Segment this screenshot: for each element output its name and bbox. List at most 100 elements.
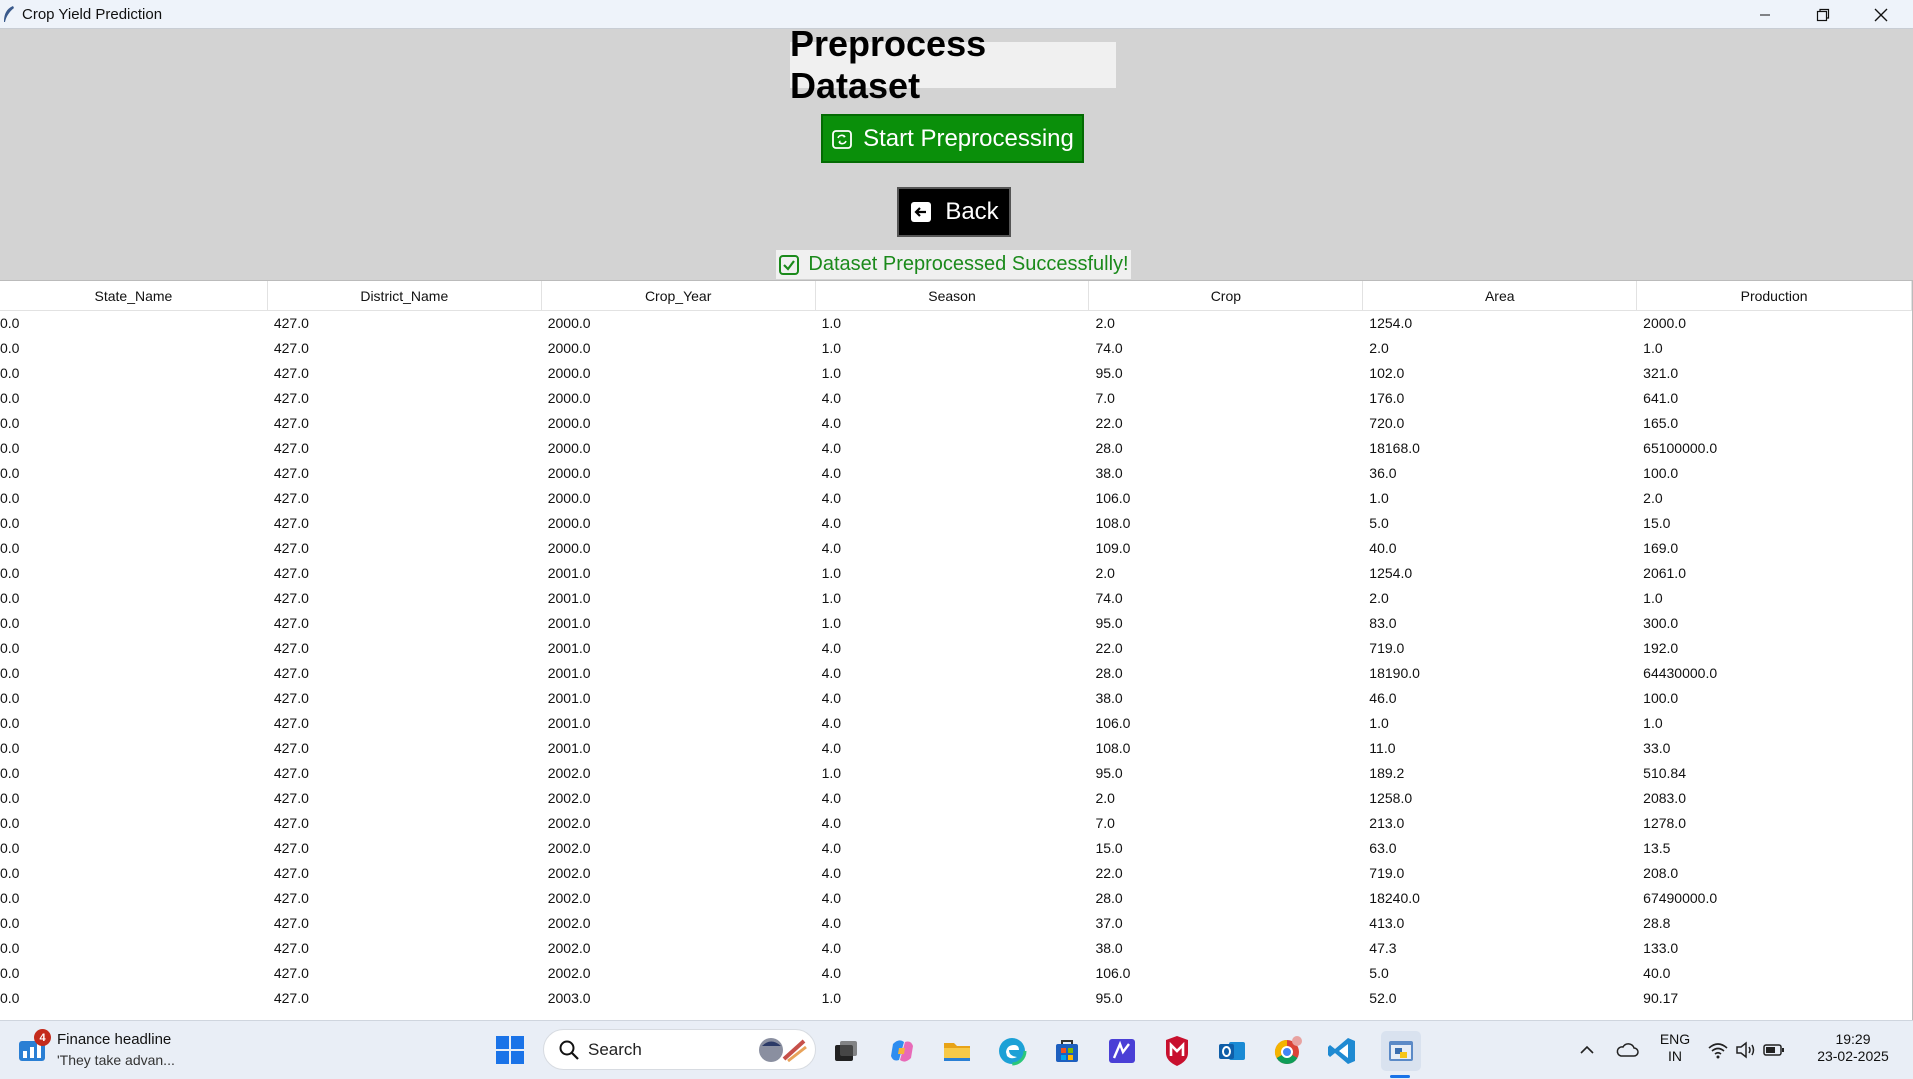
- table-cell: 28.0: [1095, 890, 1123, 906]
- pen-app-button[interactable]: [1104, 1033, 1140, 1069]
- table-row[interactable]: 0.0 427.0 2001.0 1.0 74.0 2.0 1.0: [0, 586, 1912, 611]
- table-cell: 4.0: [821, 890, 842, 906]
- outlook-button[interactable]: [1214, 1033, 1250, 1069]
- show-hidden-icons-button[interactable]: [1574, 1037, 1600, 1063]
- table-cell: 1.0: [821, 765, 842, 781]
- table-cell: 5.0: [1369, 515, 1389, 531]
- minimize-button[interactable]: [1736, 0, 1794, 29]
- language-indicator[interactable]: ENG IN: [1656, 1031, 1694, 1065]
- onedrive-button[interactable]: [1613, 1037, 1641, 1063]
- table-cell: 37.0: [1095, 915, 1123, 931]
- table-row[interactable]: 0.0 427.0 2001.0 4.0 38.0 46.0 100.0: [0, 686, 1912, 711]
- table-cell: 1.0: [1369, 490, 1389, 506]
- close-button[interactable]: [1852, 0, 1910, 29]
- table-row[interactable]: 0.0 427.0 2000.0 1.0 95.0 102.0 321.0: [0, 361, 1912, 386]
- table-cell: 4.0: [821, 965, 842, 981]
- column-header[interactable]: District_Name: [268, 281, 542, 310]
- table-cell: 0.0: [0, 765, 20, 781]
- copilot-button[interactable]: [884, 1033, 920, 1069]
- news-title[interactable]: Finance headline: [57, 1031, 171, 1048]
- dataset-table[interactable]: State_Name District_Name Crop_Year Seaso…: [0, 280, 1913, 1020]
- table-cell: 38.0: [1095, 465, 1123, 481]
- table-cell: 4.0: [821, 515, 842, 531]
- table-row[interactable]: 0.0 427.0 2003.0 1.0 95.0 52.0 90.17: [0, 986, 1912, 1011]
- task-view-button[interactable]: [828, 1033, 864, 1069]
- column-header[interactable]: Season: [816, 281, 1090, 310]
- table-row[interactable]: 0.0 427.0 2000.0 1.0 2.0 1254.0 2000.0: [0, 311, 1912, 336]
- table-row[interactable]: 0.0 427.0 2000.0 4.0 106.0 1.0 2.0: [0, 486, 1912, 511]
- vscode-icon: [1328, 1038, 1355, 1064]
- table-row[interactable]: 0.0 427.0 2001.0 4.0 108.0 11.0 33.0: [0, 736, 1912, 761]
- table-cell: 1.0: [821, 990, 842, 1006]
- table-row[interactable]: 0.0 427.0 2002.0 4.0 106.0 5.0 40.0: [0, 961, 1912, 986]
- table-row[interactable]: 0.0 427.0 2002.0 4.0 38.0 47.3 133.0: [0, 936, 1912, 961]
- table-cell: 213.0: [1369, 815, 1405, 831]
- table-cell: 64430000.0: [1643, 665, 1718, 681]
- start-preprocessing-button[interactable]: Start Preprocessing: [821, 114, 1084, 163]
- taskbar-search[interactable]: Search: [543, 1029, 816, 1070]
- table-cell: 1.0: [821, 340, 842, 356]
- table-row[interactable]: 0.0 427.0 2002.0 4.0 15.0 63.0 13.5: [0, 836, 1912, 861]
- table-row[interactable]: 0.0 427.0 2001.0 4.0 28.0 18190.0 64430000.0: [0, 661, 1912, 686]
- column-header[interactable]: Production: [1637, 281, 1912, 310]
- table-cell: 33.0: [1643, 740, 1671, 756]
- table-row[interactable]: 0.0 427.0 2001.0 1.0 2.0 1254.0 2061.0: [0, 561, 1912, 586]
- table-cell: 0.0: [0, 940, 20, 956]
- table-cell: 2002.0: [547, 940, 591, 956]
- back-button[interactable]: Back: [897, 187, 1011, 237]
- table-cell: 0.0: [0, 415, 20, 431]
- table-cell: 2000.0: [547, 515, 591, 531]
- table-cell: 109.0: [1095, 540, 1131, 556]
- table-row[interactable]: 0.0 427.0 2002.0 4.0 7.0 213.0 1278.0: [0, 811, 1912, 836]
- table-row[interactable]: 0.0 427.0 2000.0 4.0 28.0 18168.0 65100000.0: [0, 436, 1912, 461]
- table-cell: 427.0: [273, 665, 309, 681]
- table-row[interactable]: 0.0 427.0 2001.0 4.0 22.0 719.0 192.0: [0, 636, 1912, 661]
- table-cell: 0.0: [0, 315, 20, 331]
- table-cell: 208.0: [1643, 865, 1679, 881]
- table-row[interactable]: 0.0 427.0 2001.0 1.0 95.0 83.0 300.0: [0, 611, 1912, 636]
- chrome-button[interactable]: [1269, 1033, 1305, 1069]
- start-button[interactable]: [493, 1033, 527, 1067]
- table-row[interactable]: 0.0 427.0 2000.0 4.0 38.0 36.0 100.0: [0, 461, 1912, 486]
- table-cell: 427.0: [273, 790, 309, 806]
- table-cell: 1254.0: [1369, 315, 1413, 331]
- table-cell: 2.0: [1369, 340, 1389, 356]
- table-row[interactable]: 0.0 427.0 2000.0 4.0 22.0 720.0 165.0: [0, 411, 1912, 436]
- clock[interactable]: 19:29 23-02-2025: [1808, 1031, 1898, 1065]
- table-cell: 2002.0: [547, 865, 591, 881]
- table-row[interactable]: 0.0 427.0 2002.0 1.0 95.0 189.2 510.84: [0, 761, 1912, 786]
- table-cell: 22.0: [1095, 865, 1123, 881]
- python-app-button[interactable]: [1381, 1031, 1421, 1071]
- quick-settings-button[interactable]: [1706, 1037, 1786, 1063]
- table-row[interactable]: 0.0 427.0 2002.0 4.0 2.0 1258.0 2083.0: [0, 786, 1912, 811]
- pen-app-icon: [1109, 1039, 1135, 1063]
- vscode-button[interactable]: [1324, 1033, 1360, 1069]
- table-cell: 95.0: [1095, 990, 1123, 1006]
- column-header[interactable]: Crop: [1089, 281, 1364, 310]
- column-header[interactable]: State_Name: [0, 281, 268, 310]
- table-row[interactable]: 0.0 427.0 2002.0 4.0 37.0 413.0 28.8: [0, 911, 1912, 936]
- table-cell: 95.0: [1095, 615, 1123, 631]
- column-header[interactable]: Area: [1363, 281, 1638, 310]
- table-row[interactable]: 0.0 427.0 2000.0 4.0 109.0 40.0 169.0: [0, 536, 1912, 561]
- table-row[interactable]: 0.0 427.0 2002.0 4.0 22.0 719.0 208.0: [0, 861, 1912, 886]
- column-header[interactable]: Crop_Year: [542, 281, 816, 310]
- table-row[interactable]: 0.0 427.0 2002.0 4.0 28.0 18240.0 67490000.0: [0, 886, 1912, 911]
- restore-button[interactable]: [1794, 0, 1852, 29]
- table-row[interactable]: 0.0 427.0 2000.0 4.0 108.0 5.0 15.0: [0, 511, 1912, 536]
- file-explorer-button[interactable]: [939, 1033, 975, 1069]
- task-view-icon: [835, 1041, 857, 1061]
- table-row[interactable]: 0.0 427.0 2000.0 4.0 7.0 176.0 641.0: [0, 386, 1912, 411]
- table-cell: 22.0: [1095, 415, 1123, 431]
- edge-button[interactable]: [994, 1033, 1030, 1069]
- mcafee-button[interactable]: [1159, 1033, 1195, 1069]
- news-subtitle[interactable]: 'They take advan...: [57, 1052, 175, 1068]
- store-button[interactable]: [1049, 1033, 1085, 1069]
- table-row[interactable]: 0.0 427.0 2001.0 4.0 106.0 1.0 1.0: [0, 711, 1912, 736]
- table-cell: 2000.0: [547, 540, 591, 556]
- table-row[interactable]: 0.0 427.0 2000.0 1.0 74.0 2.0 1.0: [0, 336, 1912, 361]
- mcafee-shield-icon: [1166, 1036, 1188, 1066]
- table-cell: 1.0: [1369, 715, 1389, 731]
- table-cell: 2083.0: [1643, 790, 1686, 806]
- table-cell: 11.0: [1369, 740, 1396, 756]
